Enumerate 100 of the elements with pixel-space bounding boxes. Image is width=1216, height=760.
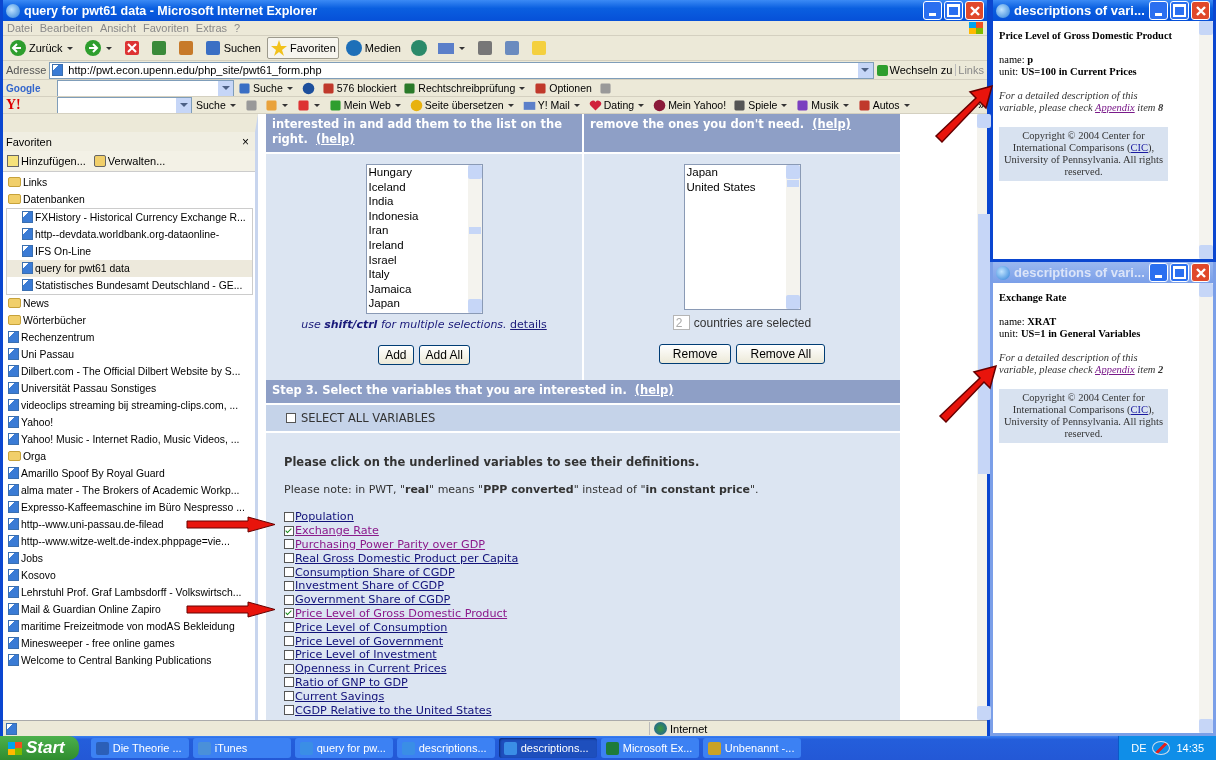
variable-link[interactable]: Price Level of Gross Domestic Product [295, 606, 508, 620]
favorite-item[interactable]: videoclips streaming bij streaming-clips.com, ... [6, 397, 241, 414]
add-button[interactable]: Add [378, 345, 414, 365]
favorite-item[interactable]: Statistisches Bundesamt Deutschland - GE... [7, 277, 245, 294]
scrollbar[interactable] [1199, 283, 1213, 733]
variable-link[interactable]: CGDP Relative to the United States [295, 703, 492, 717]
favorite-item[interactable]: maritime Freizeitmode von modAS Bekleidung [6, 618, 237, 635]
list-option[interactable]: Iceland [368, 179, 468, 195]
variable-link[interactable]: Government Share of CGDP [295, 593, 451, 607]
toolbar-button[interactable]: 576 blockiert [318, 80, 400, 96]
favorite-item[interactable]: Wörterbücher [6, 312, 88, 329]
checkbox[interactable] [284, 608, 294, 619]
taskbar-button[interactable]: Microsoft Ex... [600, 738, 699, 758]
favorite-item[interactable]: Universität Passau Sonstiges [6, 380, 159, 397]
details-link[interactable]: details [510, 318, 547, 331]
add-button[interactable]: Add All [418, 345, 470, 365]
maximize-button[interactable] [1170, 1, 1189, 20]
variable-link[interactable]: Exchange Rate [295, 524, 379, 538]
toolbar-button[interactable]: Suchen [200, 37, 264, 59]
remove-button[interactable]: Remove [658, 344, 732, 364]
list-option[interactable]: Japan [686, 165, 786, 180]
checkbox[interactable] [284, 649, 294, 660]
checkbox[interactable] [284, 525, 294, 536]
search-field[interactable] [57, 80, 234, 96]
toolbar-button[interactable]: Musik [793, 97, 854, 113]
checkbox[interactable] [284, 622, 294, 633]
toolbar-button[interactable]: Optionen [531, 80, 595, 96]
toolbar-button[interactable]: Favoriten [266, 37, 339, 59]
taskbar-button[interactable]: Die Theorie ... [90, 738, 189, 758]
dropdown-button[interactable] [857, 62, 873, 78]
checkbox[interactable] [284, 691, 294, 702]
pane-action[interactable]: Hinzufügen... [7, 155, 86, 167]
go-button[interactable]: Wechseln zu [876, 64, 953, 76]
search-field[interactable] [57, 97, 192, 113]
list-option[interactable]: Ireland [368, 237, 468, 253]
list-option[interactable]: Israel [368, 252, 468, 268]
favorite-item[interactable]: Kosovo [6, 567, 58, 584]
pane-action[interactable]: Verwalten... [93, 155, 166, 167]
toolbar-button[interactable]: Dating [585, 97, 650, 113]
appendix-link[interactable]: Appendix [1095, 102, 1135, 113]
favorite-item[interactable]: http--www.uni-passau.de-filead [6, 516, 166, 533]
favorite-item[interactable]: Yahoo! Music - Internet Radio, Music Videos, ... [6, 431, 242, 448]
favorite-item[interactable]: http--www.witze-welt.de-index.phppage=vie... [6, 533, 232, 550]
favorite-item[interactable]: Jobs [6, 550, 45, 567]
scrollbar[interactable] [785, 165, 800, 309]
toolbar-button[interactable]: Mein Web [325, 97, 406, 113]
variable-link[interactable]: Real Gross Domestic Product per Capita [295, 551, 519, 565]
dropdown-button[interactable] [218, 80, 233, 96]
favorite-item[interactable]: Welcome to Central Banking Publications [6, 652, 214, 669]
toolbar-button[interactable]: Medien [341, 37, 404, 59]
favorite-item[interactable]: Minesweeper - free online games [6, 635, 177, 652]
close-button[interactable] [965, 1, 984, 20]
favorite-item[interactable]: Expresso-Kaffeemaschine im Büro Nespresso ... [6, 499, 247, 516]
list-option[interactable]: India [368, 194, 468, 209]
favorite-item[interactable]: alma mater - The Brokers of Academic Workp... [6, 482, 242, 499]
cic-link[interactable]: CIC [1130, 142, 1149, 153]
favorite-item[interactable]: Uni Passau [6, 346, 77, 363]
dropdown-button[interactable] [176, 97, 191, 113]
variable-link[interactable]: Investment Share of CGDP [295, 579, 444, 593]
checkbox[interactable] [284, 677, 294, 688]
network-icon[interactable] [1152, 741, 1171, 755]
checkbox[interactable] [284, 705, 294, 716]
list-option[interactable]: Hungary [368, 165, 468, 180]
favorite-item[interactable]: http--devdata.worldbank.org-dataonline- [7, 226, 222, 243]
selected-list[interactable]: Japan United States [683, 164, 801, 310]
taskbar-button[interactable]: iTunes [192, 738, 291, 758]
checkbox[interactable] [284, 594, 294, 605]
favorite-item[interactable]: Rechenzentrum [6, 329, 97, 346]
toolbar-button[interactable]: Rechtschreibprüfung [400, 80, 531, 96]
variable-link[interactable]: Price Level of Consumption [295, 620, 448, 634]
toolbar-button[interactable]: Seite übersetzen [406, 97, 519, 113]
list-option[interactable]: Iran [368, 223, 468, 238]
variable-link[interactable]: Current Savings [295, 689, 385, 703]
favorite-item[interactable]: Amarillo Spoof By Royal Guard [6, 465, 167, 482]
favorite-item[interactable]: FXHistory - Historical Currency Exchange R... [7, 209, 248, 226]
toolbar-button[interactable]: Suche [235, 80, 298, 96]
variable-link[interactable]: Price Level of Investment [295, 648, 437, 662]
maximize-button[interactable] [944, 1, 963, 20]
list-option[interactable]: Japan [368, 296, 468, 311]
scrollbar[interactable] [1199, 21, 1213, 259]
checkbox[interactable] [284, 511, 294, 522]
checkbox[interactable] [284, 636, 294, 647]
favorite-item[interactable]: Datenbanken [6, 191, 87, 208]
google-logo[interactable]: Google [6, 82, 56, 94]
scrollbar[interactable] [467, 165, 482, 313]
list-option[interactable]: Indonesia [368, 208, 468, 224]
taskbar-button[interactable]: descriptions... [498, 738, 597, 758]
checkbox[interactable] [284, 567, 294, 578]
toolbar-button[interactable]: Y! Mail [519, 97, 585, 113]
close-button[interactable] [1191, 1, 1210, 20]
favorite-item[interactable]: IFS On-Line [7, 243, 94, 260]
close-button[interactable]: × [242, 134, 249, 149]
taskbar-button[interactable]: query for pw... [294, 738, 393, 758]
toolbar-button[interactable]: Zurück [6, 37, 78, 59]
favorite-item[interactable]: Dilbert.com - The Official Dilbert Website by S... [6, 363, 243, 380]
variable-link[interactable]: Population [295, 510, 354, 524]
checkbox[interactable] [284, 553, 294, 564]
checkbox[interactable] [284, 663, 294, 674]
toolbar-button[interactable]: Suche [193, 98, 241, 112]
variable-link[interactable]: Consumption Share of CGDP [295, 565, 455, 579]
